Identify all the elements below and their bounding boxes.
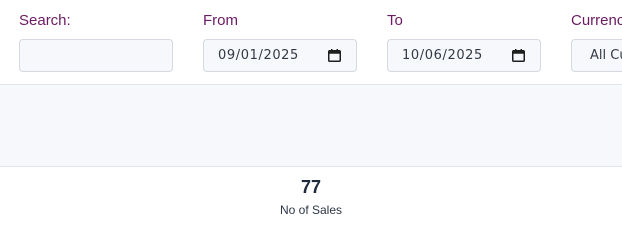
currency-select-value: All Currencies <box>590 48 622 63</box>
currency-select[interactable]: All Currencies <box>571 39 622 72</box>
filter-bar: Search: From 09/01/2025 To 10/06/2025 Cu… <box>0 0 622 85</box>
currency-label: Currency <box>571 12 622 29</box>
calendar-icon[interactable] <box>512 49 525 62</box>
calendar-icon[interactable] <box>328 49 341 62</box>
search-input[interactable] <box>19 39 173 72</box>
to-date-value: 10/06/2025 <box>402 48 483 63</box>
sales-count-value: 77 <box>300 177 322 197</box>
sales-count-label: No of Sales <box>279 203 343 217</box>
search-label: Search: <box>19 12 71 29</box>
to-date-label: To <box>387 12 403 29</box>
from-date-label: From <box>203 12 238 29</box>
content-band <box>0 85 622 167</box>
from-date-input[interactable]: 09/01/2025 <box>203 39 357 72</box>
to-date-input[interactable]: 10/06/2025 <box>387 39 541 72</box>
from-date-value: 09/01/2025 <box>218 48 299 63</box>
